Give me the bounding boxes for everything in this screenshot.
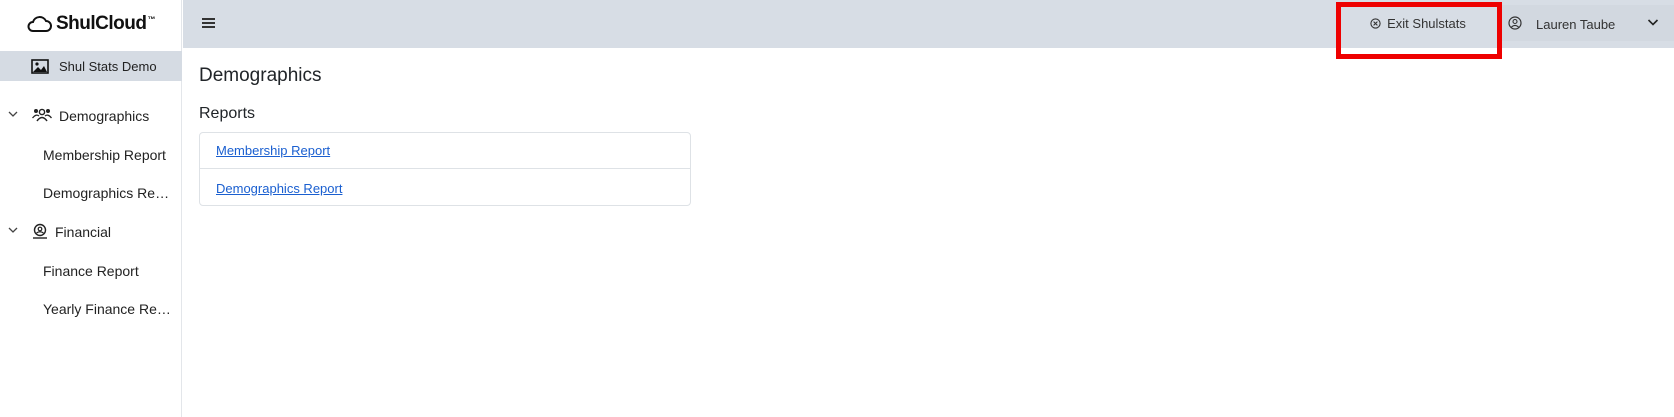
list-item: Membership Report [200,133,690,169]
user-circle-icon [1508,16,1522,30]
list-item: Demographics Report [200,170,690,206]
sidebar-group-label: Financial [55,224,112,240]
sidebar-item-demographics-report[interactable]: Demographics Report [43,185,173,201]
demographics-report-link[interactable]: Demographics Report [216,181,342,196]
page-title: Demographics [199,65,322,86]
hamburger-icon[interactable] [202,18,215,30]
sidebar-group-financial[interactable]: Financial [0,214,182,248]
sidebar-item-yearly-finance-report[interactable]: Yearly Finance Report [43,301,173,317]
shulcloud-logo[interactable]: ShulCloud™ [0,0,181,48]
chevron-down-icon [8,110,18,118]
chevron-down-icon [1647,18,1659,27]
user-name: Lauren Taube [1536,17,1616,32]
membership-report-link[interactable]: Membership Report [216,143,330,158]
sidebar-group-demographics[interactable]: Demographics [0,98,182,132]
highlight-annotation [1336,2,1502,59]
people-group-icon [32,107,52,123]
reports-list: Membership Report Demographics Report [199,132,691,206]
sidebar-item-membership-report[interactable]: Membership Report [43,147,173,163]
sidebar-group-label: Demographics [59,108,150,124]
image-icon [31,58,49,74]
money-icon [32,223,48,239]
cloud-icon [27,16,52,32]
sidebar: ShulCloud™ Shul Stats Demo Demographics … [0,0,182,417]
section-title: Reports [199,105,256,122]
org-name: Shul Stats Demo [59,58,157,74]
org-selector[interactable]: Shul Stats Demo [0,51,182,81]
chevron-down-icon [8,226,18,234]
sidebar-item-finance-report[interactable]: Finance Report [43,263,173,279]
brand-name: ShulCloud™ [56,13,155,34]
user-menu[interactable]: Lauren Taube [1500,5,1674,41]
